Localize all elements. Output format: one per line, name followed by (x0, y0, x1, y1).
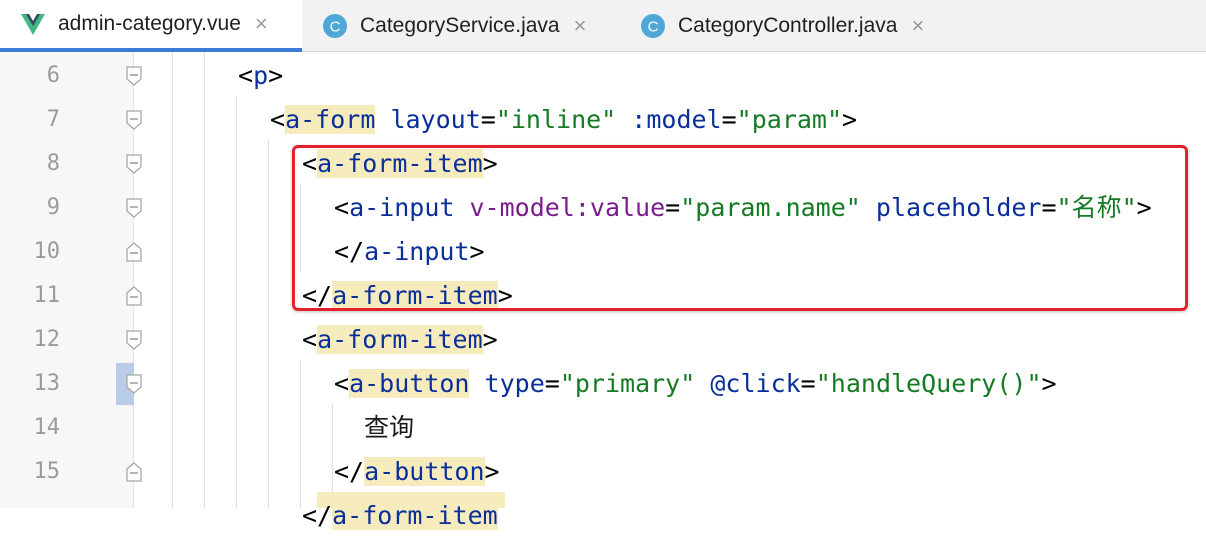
code-token: "primary" (559, 369, 696, 398)
code-token: < (302, 325, 318, 354)
indent-guide (332, 404, 333, 492)
code-line-12[interactable]: <a-form-item> (302, 318, 498, 362)
line-number: 6 (46, 63, 60, 88)
line-number: 13 (33, 371, 61, 396)
line-number: 12 (33, 327, 61, 352)
vue-icon (21, 14, 45, 35)
line-number: 7 (46, 107, 60, 132)
code-token: > (482, 325, 498, 354)
close-icon[interactable]: × (574, 14, 587, 37)
code-token: :model (631, 105, 722, 134)
code-token: layout (390, 105, 481, 134)
annotation-highlight-box (292, 145, 1188, 311)
code-token: 查询 (364, 413, 415, 442)
code-token: "inline" (495, 105, 617, 134)
code-token: "handleQuery()" (815, 369, 1042, 398)
tab-category-service-java[interactable]: C CategoryService.java × (302, 0, 620, 51)
line-number: 10 (33, 239, 61, 264)
class-icon-letter: C (330, 18, 341, 35)
tab-label: CategoryController.java (678, 13, 898, 37)
code-line-16[interactable]: </a-form-item (302, 494, 498, 538)
tab-label: admin-category.vue (58, 12, 241, 35)
code-token: a-form (285, 105, 376, 134)
tab-label: CategoryService.java (360, 13, 560, 37)
indent-guide (236, 96, 237, 508)
code-token: = (721, 105, 737, 134)
code-line-15[interactable]: </a-button> (334, 450, 500, 494)
close-icon[interactable]: × (255, 13, 268, 35)
line-number: 14 (33, 415, 61, 440)
code-editor[interactable]: <p> <a-form layout="inline" :model="para… (134, 52, 1206, 530)
indent-guide (300, 360, 301, 508)
code-token: > (842, 105, 858, 134)
code-token: > (484, 457, 500, 486)
java-class-icon: C (323, 13, 347, 38)
code-token: type (484, 369, 545, 398)
tab-admin-category-vue[interactable]: admin-category.vue × (0, 0, 302, 52)
line-number: 9 (46, 195, 60, 220)
code-token: = (544, 369, 560, 398)
editor-tab-bar: admin-category.vue × C CategoryService.j… (0, 0, 1206, 52)
code-line-14[interactable]: 查询 (364, 406, 414, 450)
code-token: @click (710, 369, 801, 398)
code-token: p (253, 61, 269, 90)
indent-guide (172, 52, 173, 508)
code-token: </ (302, 501, 333, 530)
code-line-7[interactable]: <a-form layout="inline" :model="param"> (270, 98, 857, 142)
editor-gutter: 6 7 8 9 10 11 12 13 14 15 (0, 52, 142, 508)
code-token: a-form-item (332, 501, 498, 530)
code-token: a-form-item (317, 325, 483, 354)
line-number: 8 (46, 151, 60, 176)
code-token: a-button (364, 457, 485, 486)
code-token: > (268, 61, 284, 90)
code-line-6[interactable]: <p> (238, 54, 283, 98)
tab-category-controller-java[interactable]: C CategoryController.java × (620, 0, 960, 51)
code-token: < (238, 61, 254, 90)
code-token: > (1041, 369, 1057, 398)
code-token: = (480, 105, 496, 134)
code-token: = (800, 369, 816, 398)
java-class-icon: C (641, 13, 665, 38)
class-icon-letter: C (648, 18, 659, 35)
indent-guide (268, 140, 269, 508)
close-icon[interactable]: × (911, 14, 924, 37)
line-number: 15 (33, 459, 61, 484)
indent-guide (204, 52, 205, 508)
code-token: a-button (349, 369, 470, 398)
code-token: </ (334, 457, 365, 486)
line-number: 11 (33, 283, 61, 308)
code-token: < (270, 105, 286, 134)
code-token: "param" (736, 105, 843, 134)
code-token: < (334, 369, 350, 398)
code-line-13[interactable]: <a-button type="primary" @click="handleQ… (334, 362, 1057, 406)
